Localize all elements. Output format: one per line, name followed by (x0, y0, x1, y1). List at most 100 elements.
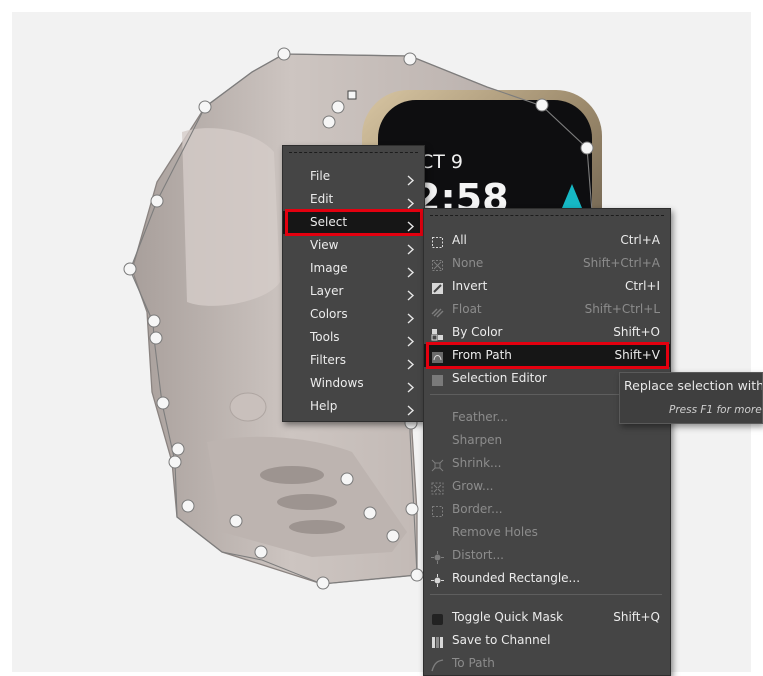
menu-item-toggle-quick-mask[interactable]: Toggle Quick Mask Shift+Q (424, 606, 670, 629)
menu-item-file[interactable]: File (283, 165, 424, 188)
select-submenu: All Ctrl+A None Shift+Ctrl+A Invert Ctrl+I Flo… (423, 208, 671, 676)
menu-item-label: Toggle Quick Mask (452, 610, 564, 624)
image-context-menu: File Edit Select View Image Layer Colors Tools F… (282, 145, 425, 422)
invert-icon (431, 280, 444, 294)
menu-item-label: Remove Holes (452, 525, 538, 539)
path-handle (347, 90, 357, 100)
menu-item-label: Selection Editor (452, 371, 547, 385)
chevron-right-icon (405, 171, 416, 186)
menu-item-label: Select (310, 215, 348, 229)
rounded-rectangle-icon (431, 572, 444, 587)
menu-item-filters[interactable]: Filters (283, 349, 424, 372)
menu-item-label: Float (452, 302, 482, 316)
menu-item-border[interactable]: Border... (424, 498, 670, 521)
menu-item-shortcut: Shift+Ctrl+L (584, 302, 660, 316)
chevron-right-icon (405, 401, 416, 416)
menu-item-label: All (452, 233, 467, 247)
chevron-right-icon (405, 217, 416, 232)
menu-item-all[interactable]: All Ctrl+A (424, 229, 670, 252)
submenu-tear-off[interactable] (430, 215, 664, 216)
menu-item-shortcut: Ctrl+A (620, 233, 660, 247)
border-icon (431, 503, 444, 517)
menu-item-label: View (310, 238, 339, 252)
menu-item-label: Sharpen (452, 433, 503, 447)
menu-item-image[interactable]: Image (283, 257, 424, 280)
menu-item-edit[interactable]: Edit (283, 188, 424, 211)
menu-item-colors[interactable]: Colors (283, 303, 424, 326)
save-channel-icon (431, 634, 444, 648)
select-none-icon (431, 257, 444, 271)
tooltip-text: Replace selection with pa (624, 378, 763, 393)
menu-item-select[interactable]: Select (283, 211, 424, 234)
menu-item-label: File (310, 169, 331, 183)
chevron-right-icon (405, 194, 416, 209)
menu-item-label: Layer (310, 284, 344, 298)
menu-item-label: Invert (452, 279, 488, 293)
by-color-icon (431, 326, 444, 341)
menu-item-grow[interactable]: Grow... (424, 475, 670, 498)
menu-item-label: Distort... (452, 548, 504, 562)
menu-item-by-color[interactable]: By Color Shift+O (424, 321, 670, 344)
grow-icon (431, 480, 444, 495)
float-icon (431, 303, 444, 318)
menu-item-label: Rounded Rectangle... (452, 571, 581, 585)
menu-item-rounded-rectangle[interactable]: Rounded Rectangle... (424, 567, 670, 590)
menu-item-label: Tools (310, 330, 340, 344)
menu-item-sharpen[interactable]: Sharpen (424, 429, 670, 452)
menu-item-label: Windows (310, 376, 364, 390)
menu-separator (430, 594, 662, 595)
menu-item-shortcut: Ctrl+I (625, 279, 660, 293)
menu-item-tools[interactable]: Tools (283, 326, 424, 349)
menu-item-shortcut: Shift+V (614, 348, 660, 362)
chevron-right-icon (405, 240, 416, 255)
menu-item-help[interactable]: Help (283, 395, 424, 418)
menu-item-invert[interactable]: Invert Ctrl+I (424, 275, 670, 298)
menu-item-label: Image (310, 261, 348, 275)
distort-icon (431, 549, 444, 564)
menu-item-label: Feather... (452, 410, 508, 424)
menu-item-float[interactable]: Float Shift+Ctrl+L (424, 298, 670, 321)
menu-item-label: Grow... (452, 479, 494, 493)
tooltip: Replace selection with pa Press F1 for m… (619, 372, 763, 424)
menu-item-label: Border... (452, 502, 503, 516)
menu-item-windows[interactable]: Windows (283, 372, 424, 395)
menu-item-label: Colors (310, 307, 348, 321)
tooltip-help: Press F1 for more h (669, 404, 763, 416)
menu-item-to-path[interactable]: To Path (424, 652, 670, 675)
menu-item-shortcut: Shift+Ctrl+A (583, 256, 660, 270)
menu-item-shortcut: Shift+O (613, 325, 660, 339)
selection-editor-icon (431, 372, 444, 386)
watch-date: CT 9 (420, 151, 463, 173)
menu-item-none[interactable]: None Shift+Ctrl+A (424, 252, 670, 275)
to-path-icon (431, 657, 444, 672)
chevron-right-icon (405, 378, 416, 393)
menu-tear-off[interactable] (289, 152, 418, 153)
menu-item-label: Save to Channel (452, 633, 551, 647)
menu-item-label: Help (310, 399, 338, 413)
menu-item-label: None (452, 256, 484, 270)
chevron-right-icon (405, 286, 416, 301)
select-all-icon (431, 234, 444, 248)
menu-item-view[interactable]: View (283, 234, 424, 257)
chevron-right-icon (405, 332, 416, 347)
menu-item-layer[interactable]: Layer (283, 280, 424, 303)
strap-band (182, 128, 280, 306)
chevron-right-icon (405, 263, 416, 278)
menu-item-label: Shrink... (452, 456, 502, 470)
menu-item-label: Edit (310, 192, 334, 206)
menu-item-label: Filters (310, 353, 346, 367)
from-path-icon (431, 349, 444, 363)
menu-item-save-to-channel[interactable]: Save to Channel (424, 629, 670, 652)
menu-item-from-path[interactable]: From Path Shift+V (424, 344, 670, 367)
menu-item-shortcut: Shift+Q (613, 610, 660, 624)
menu-item-distort[interactable]: Distort... (424, 544, 670, 567)
menu-item-label: From Path (452, 348, 512, 362)
menu-item-remove-holes[interactable]: Remove Holes (424, 521, 670, 544)
menu-item-shrink[interactable]: Shrink... (424, 452, 670, 475)
chevron-right-icon (405, 355, 416, 370)
chevron-right-icon (405, 309, 416, 324)
quick-mask-icon (431, 611, 444, 625)
menu-item-label: To Path (452, 656, 495, 670)
menu-item-label: By Color (452, 325, 503, 339)
shrink-icon (431, 457, 444, 472)
